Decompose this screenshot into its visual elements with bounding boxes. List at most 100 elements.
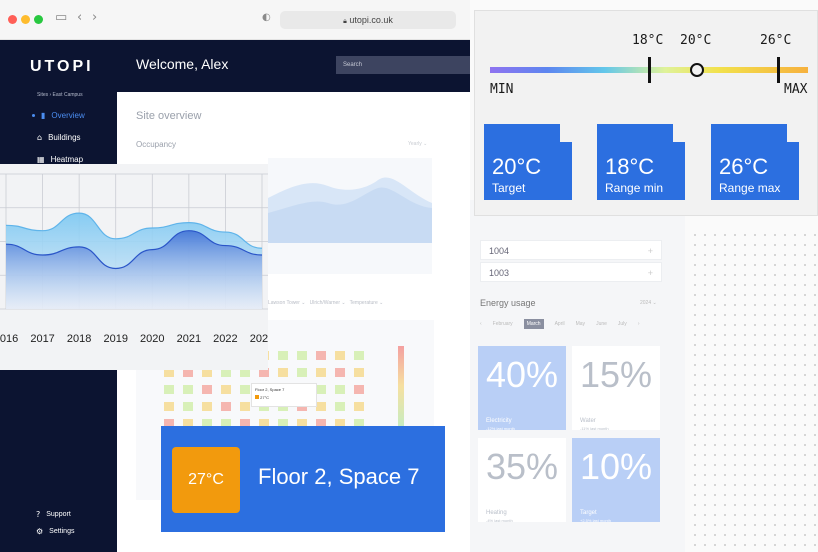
heatmap-cell[interactable] [183, 402, 193, 411]
heatmap-tooltip: Floor 2, Space 7 27°C [251, 383, 317, 407]
range-max-card[interactable]: 26°C Range max [711, 124, 799, 200]
range-min-tick: 18°C [632, 33, 664, 48]
heatmap-cell[interactable] [297, 368, 307, 377]
support-link[interactable]: ? Support [36, 510, 71, 519]
stat-sub: -4% last month [486, 518, 513, 523]
sidebar-item-heatmap[interactable]: ▦ Heatmap [37, 155, 83, 164]
filter-metric[interactable]: Temperature ⌄ [350, 300, 384, 306]
stat-sub: -11% last month [580, 426, 609, 431]
list-item[interactable]: 1004 + [480, 240, 662, 260]
mini-chart-svg [268, 177, 432, 243]
target-slider-knob[interactable] [690, 63, 704, 77]
privacy-icon[interactable]: ◐ [262, 12, 271, 23]
list-item[interactable]: 1003 + [480, 262, 662, 282]
occupancy-chart-card: 2016 2017 2018 2019 2020 2021 2022 2023 [0, 164, 274, 370]
breadcrumb[interactable]: Sites › East Campus [37, 92, 83, 98]
stat-card-heating[interactable]: 35% Heating -4% last month [478, 438, 566, 523]
tab-month[interactable]: May [576, 321, 585, 327]
tab-month[interactable]: June [596, 321, 607, 327]
welcome-text: Welcome, Alex [136, 56, 229, 72]
close-window-icon[interactable] [8, 15, 17, 24]
tooltip-title: Floor 2, Space 7 [255, 387, 285, 392]
filter-space[interactable]: Ulrich/Warner ⌄ [310, 300, 346, 306]
sidebar-toggle-icon[interactable]: ▭ [55, 10, 67, 25]
range-min-label: Range min [605, 181, 664, 195]
maximize-window-icon[interactable] [34, 15, 43, 24]
tab-month[interactable]: February [493, 321, 513, 327]
x-tick-label: 2021 [177, 333, 201, 345]
heatmap-cell[interactable] [316, 368, 326, 377]
stat-label: Water [580, 418, 596, 424]
heatmap-cell[interactable] [335, 351, 345, 360]
heatmap-cell[interactable] [202, 402, 212, 411]
heatmap-cell[interactable] [202, 385, 212, 394]
heatmap-cell[interactable] [297, 351, 307, 360]
stat-card-target[interactable]: 10% Target +2.5% last month [572, 438, 660, 523]
temperature-chip: 27°C [172, 447, 240, 513]
heatmap-cell[interactable] [240, 402, 250, 411]
tab-month[interactable]: April [555, 321, 565, 327]
back-icon[interactable]: ‹ [77, 10, 82, 25]
stat-value: 15% [580, 354, 653, 395]
heatmap-cell[interactable] [183, 385, 193, 394]
range-min-handle[interactable] [648, 57, 651, 83]
settings-link[interactable]: ⚙ Settings [36, 527, 74, 536]
heatmap-cell[interactable] [221, 385, 231, 394]
heatmap-cell[interactable] [335, 385, 345, 394]
heatmap-cell[interactable] [335, 402, 345, 411]
forward-icon[interactable]: › [92, 10, 97, 25]
occupancy-label: Occupancy [136, 140, 177, 149]
gear-icon: ⚙ [36, 527, 44, 536]
stat-sub: +2.5% last month [580, 518, 612, 523]
area-chart: 2016 2017 2018 2019 2020 2021 2022 2023 [0, 173, 274, 345]
location-label: Floor 2, Space 7 [258, 464, 420, 489]
heatmap-cell[interactable] [221, 402, 231, 411]
url-bar[interactable]: 🔒︎ utopi.co.uk [280, 11, 456, 29]
heatmap-cell[interactable] [316, 402, 326, 411]
x-tick-label: 2017 [30, 333, 54, 345]
minimize-window-icon[interactable] [21, 15, 30, 24]
range-max-handle[interactable] [777, 57, 780, 83]
sidebar-item-label: Buildings [48, 133, 81, 142]
heatmap-cell[interactable] [240, 385, 250, 394]
support-label: Support [46, 511, 71, 518]
help-icon: ? [36, 510, 41, 519]
heatmap-cell[interactable] [335, 368, 345, 377]
heatmap-cell[interactable] [278, 351, 288, 360]
sidebar-item-overview[interactable]: ▮ Overview [30, 111, 85, 120]
dot-grid [690, 230, 818, 552]
min-label: MIN [490, 82, 514, 97]
tab-month[interactable]: July [618, 321, 627, 327]
x-tick-label: 2022 [213, 333, 237, 345]
stat-card-electricity[interactable]: 40% Electricity -12% last month [478, 346, 566, 431]
search-input[interactable]: Search [336, 56, 470, 74]
heatmap-cell[interactable] [316, 351, 326, 360]
range-max-label: Range max [719, 181, 781, 195]
target-card[interactable]: 20°C Target [484, 124, 572, 200]
year-select[interactable]: 2024 ⌄ [640, 300, 657, 306]
range-min-card[interactable]: 18°C Range min [597, 124, 685, 200]
filter-building[interactable]: Lawson Tower ⌄ [268, 300, 305, 306]
range-max-tick: 26°C [760, 33, 792, 48]
tab-month-active[interactable]: March [523, 319, 544, 329]
heatmap-cell[interactable] [278, 368, 288, 377]
heatmap-cell[interactable] [164, 402, 174, 411]
stat-value: 35% [486, 446, 559, 487]
heatmap-cell[interactable] [316, 385, 326, 394]
lock-icon: 🔒︎ [343, 17, 347, 25]
period-select[interactable]: Yearly ⌄ [408, 141, 427, 147]
sidebar-item-buildings[interactable]: ⌂ Buildings [37, 133, 81, 142]
range-max-value: 26°C [719, 154, 769, 179]
heatmap-cell[interactable] [354, 368, 364, 377]
stat-label: Heating [486, 510, 507, 516]
heatmap-cell[interactable] [354, 385, 364, 394]
stat-card-water[interactable]: 15% Water -11% last month [572, 346, 660, 431]
heatmap-cell[interactable] [354, 351, 364, 360]
list-item-label: 1003 [489, 268, 510, 278]
url-text: utopi.co.uk [349, 15, 393, 25]
heatmap-filters: Lawson Tower ⌄ Ulrich/Warner ⌄ Temperatu… [268, 300, 383, 306]
settings-label: Settings [49, 528, 75, 535]
heatmap-cell[interactable] [354, 402, 364, 411]
heatmap-cell[interactable] [164, 385, 174, 394]
building-icon: ⌂ [37, 133, 43, 142]
